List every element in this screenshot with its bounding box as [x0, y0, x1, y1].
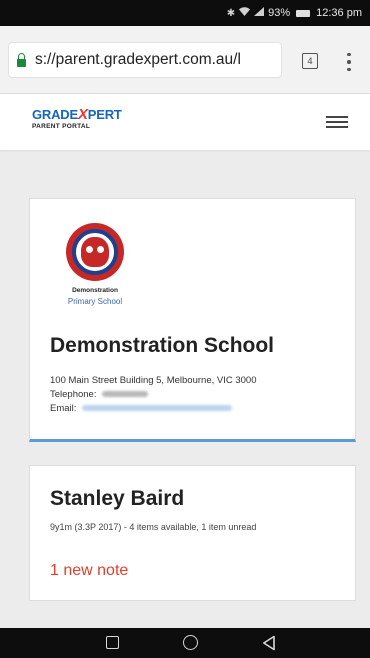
signal-icon: [254, 7, 265, 19]
more-menu-icon[interactable]: [346, 51, 352, 73]
gradexpert-logo[interactable]: GRADEXPERT PARENT PORTAL: [32, 107, 122, 131]
tab-switcher-button[interactable]: 4: [302, 53, 318, 69]
status-bar: ✱ 93% 12:36 pm: [0, 0, 370, 26]
redacted-email[interactable]: [82, 405, 233, 412]
student-name: Stanley Baird: [50, 487, 185, 510]
student-meta: 9y1m (3.3P 2017) - 4 items available, 1 …: [50, 522, 257, 532]
url-text: s://parent.gradexpert.com.au/l: [35, 51, 241, 68]
school-crest-icon: [66, 223, 124, 281]
navigation-bar: [0, 628, 370, 658]
redacted-phone: [102, 391, 149, 398]
browser-toolbar: s://parent.gradexpert.com.au/l 4: [0, 26, 370, 94]
clock: 12:36 pm: [316, 7, 362, 19]
wifi-icon: [239, 7, 251, 19]
site-header: GRADEXPERT PARENT PORTAL: [0, 94, 370, 150]
recent-apps-icon[interactable]: [106, 636, 119, 649]
hamburger-menu-icon[interactable]: [326, 116, 348, 128]
home-icon[interactable]: [183, 635, 198, 650]
school-telephone: Telephone:: [50, 389, 149, 400]
bluetooth-icon: ✱: [226, 7, 236, 19]
school-address: 100 Main Street Building 5, Melbourne, V…: [50, 375, 257, 386]
school-email: Email:: [50, 403, 233, 414]
email-label: Email:: [50, 403, 77, 414]
telephone-label: Telephone:: [50, 389, 97, 400]
student-card[interactable]: Stanley Baird 9y1m (3.3P 2017) - 4 items…: [29, 465, 356, 601]
new-note-link[interactable]: 1 new note: [50, 562, 128, 580]
logo-caption-line2: Primary School: [67, 297, 123, 306]
brand-subtitle: PARENT PORTAL: [32, 123, 91, 130]
address-bar[interactable]: s://parent.gradexpert.com.au/l: [9, 43, 281, 77]
school-name: Demonstration School: [50, 334, 275, 357]
back-icon[interactable]: [262, 635, 276, 651]
lock-icon: [17, 52, 26, 67]
school-card[interactable]: Demonstration Primary School Demonstrati…: [29, 198, 356, 442]
battery-percent: 93%: [268, 7, 291, 19]
brand-name: GRADEXPERT: [32, 106, 122, 123]
logo-caption-line1: Demonstration: [72, 287, 118, 294]
battery-icon: [296, 9, 311, 17]
